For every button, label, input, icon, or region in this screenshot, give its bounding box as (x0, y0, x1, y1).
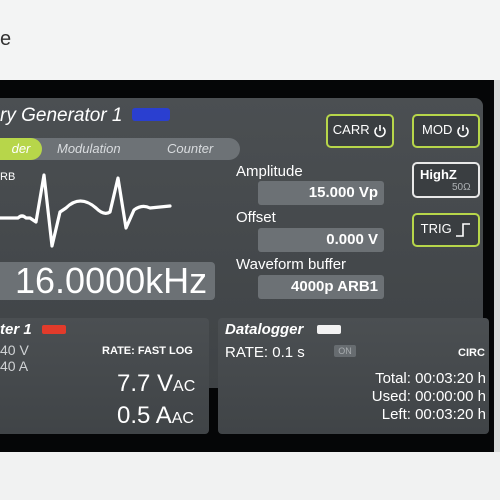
tab-modulation[interactable]: Modulation (57, 138, 121, 160)
trigger-edge-icon (456, 222, 471, 237)
datalogger-rate: RATE: 0.1 s (225, 344, 305, 361)
current-value: 0.5 A (117, 402, 172, 429)
meter-indicator-led (42, 325, 66, 334)
datalogger-total: Total: 00:03:20 h (375, 370, 486, 387)
power-icon (374, 124, 386, 137)
mod-label: MOD (422, 122, 453, 137)
waveform-buffer-label: Waveform buffer (236, 256, 347, 273)
carr-label: CARR (332, 122, 370, 137)
trigger-button[interactable]: TRIG (412, 213, 480, 247)
frequency-value: 16.0000kHz (15, 260, 208, 301)
voltage-value: 7.7 V (117, 370, 174, 397)
datalogger-on-badge[interactable]: ON (334, 345, 356, 357)
meter-voltage-limit: 40 V (0, 342, 29, 358)
current-unit: AC (171, 410, 194, 427)
datalogger-title: Datalogger (225, 321, 304, 338)
meter-current-limit: 40 A (0, 358, 29, 374)
datalogger-left: Left: 00:03:20 h (381, 406, 486, 423)
amplitude-value: 15.000 Vp (308, 184, 378, 201)
meter-voltage-reading: 7.7 VAC (117, 370, 195, 398)
meter-current-reading: 0.5 AAC (117, 402, 194, 430)
device-bezel-right (494, 80, 500, 452)
bezel-text-fragment: e (0, 28, 12, 50)
power-icon (457, 124, 469, 137)
amplitude-label: Amplitude (236, 163, 303, 180)
waveform-buffer-value: 4000p ARB1 (291, 278, 378, 295)
device-bezel-top: e (0, 0, 500, 80)
ecg-waveform-icon[interactable] (0, 170, 216, 262)
highz-label: HighZ (420, 167, 457, 182)
datalogger-mode: CIRC (458, 347, 485, 359)
meter-title: ter 1 (0, 321, 32, 338)
datalogger-indicator-led (317, 325, 341, 334)
generator-title: ry Generator 1 (0, 105, 123, 126)
voltage-unit: AC (173, 378, 196, 395)
highz-load-button[interactable]: HighZ 50Ω (412, 162, 480, 198)
offset-label: Offset (236, 209, 276, 226)
datalogger-used: Used: 00:00:00 h (371, 388, 486, 405)
device-bezel-bottom (0, 452, 500, 500)
load-50-ohm-label: 50Ω (452, 182, 471, 193)
modulation-output-button[interactable]: MOD (412, 114, 480, 148)
meter-rate-label: RATE: FAST LOG (102, 345, 193, 357)
generator-indicator-led (132, 108, 170, 121)
carrier-output-button[interactable]: CARR (326, 114, 394, 148)
offset-value: 0.000 V (326, 231, 378, 248)
tab-counter[interactable]: Counter (167, 138, 213, 160)
tab-carrier[interactable]: der (0, 138, 42, 160)
trig-label: TRIG (420, 221, 452, 236)
